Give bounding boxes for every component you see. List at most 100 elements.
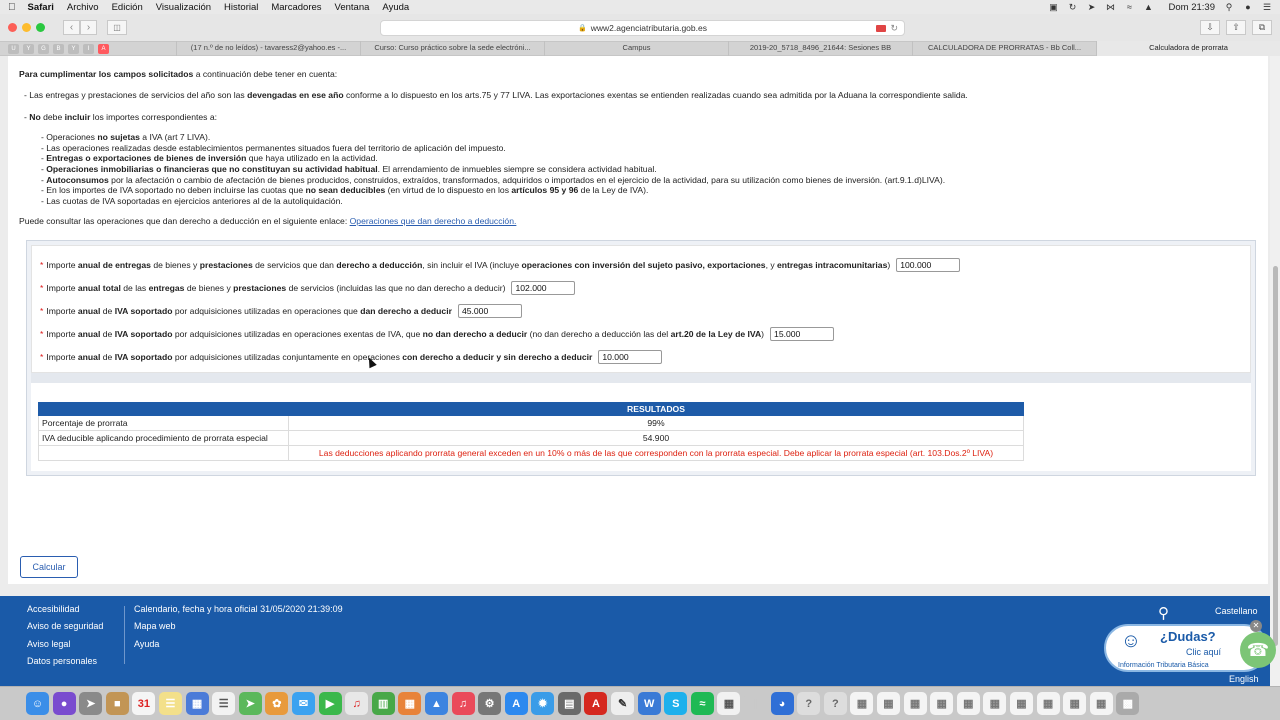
phone-icon[interactable]: ☎: [1240, 632, 1276, 668]
reload-icon[interactable]: ↻: [890, 23, 898, 34]
back-arrow-icon[interactable]: ‹: [63, 20, 80, 35]
messages-icon[interactable]: ✉: [291, 692, 315, 715]
document-thumb-icon[interactable]: ▦: [1063, 692, 1087, 715]
pinned-tab-icon[interactable]: Y: [23, 43, 34, 54]
tabs-overview-icon[interactable]: ⧉: [1252, 20, 1272, 35]
menu-visualizacion[interactable]: Visualización: [156, 2, 211, 13]
itunes-icon[interactable]: ♫: [451, 692, 475, 715]
menu-ayuda[interactable]: Ayuda: [382, 2, 409, 13]
sync-icon[interactable]: ↻: [1068, 2, 1078, 12]
calcular-button[interactable]: Calcular: [20, 556, 78, 578]
document-thumb-icon[interactable]: ▦: [1089, 692, 1113, 715]
entregas-deducibles-input[interactable]: [896, 258, 961, 272]
menu-edicion[interactable]: Edición: [112, 2, 143, 13]
footer-link-aviso-seguridad[interactable]: Aviso de seguridad: [27, 618, 103, 635]
books-icon[interactable]: ▦: [398, 692, 422, 715]
footer-link-datos-personales[interactable]: Datos personales: [27, 653, 103, 670]
clock[interactable]: Dom 21:39: [1169, 2, 1215, 13]
footer-link-accesibilidad[interactable]: Accesibilidad: [27, 601, 103, 618]
tab-calculadora-bb[interactable]: CALCULADORA DE PRORRATAS - Bb Coll...: [912, 41, 1096, 56]
help-icon[interactable]: ?: [797, 692, 821, 715]
zoom-window-button[interactable]: [36, 23, 45, 32]
document-thumb-icon[interactable]: ▦: [903, 692, 927, 715]
iva-conjunto-input[interactable]: [598, 350, 663, 364]
language-english[interactable]: English: [1229, 674, 1259, 684]
footer-link-calendario[interactable]: Calendario, fecha y hora oficial 31/05/2…: [134, 601, 343, 618]
document-icon[interactable]: ▦: [717, 692, 741, 715]
document-thumb-icon[interactable]: ▦: [1036, 692, 1060, 715]
menu-historial[interactable]: Historial: [224, 2, 258, 13]
trash-icon[interactable]: ▩: [1116, 692, 1140, 715]
wifi-icon[interactable]: ≈: [1125, 2, 1135, 12]
numbers-icon[interactable]: ▥: [371, 692, 395, 715]
forward-arrow-icon[interactable]: ›: [80, 20, 97, 35]
app-store-icon[interactable]: A: [504, 692, 528, 715]
network-icon[interactable]: ◕: [770, 692, 794, 715]
siri-icon[interactable]: ●: [52, 692, 76, 715]
keynote-icon[interactable]: ▲: [424, 692, 448, 715]
pinned-tab-icon[interactable]: A: [98, 43, 109, 54]
tab-campus[interactable]: Campus: [544, 41, 728, 56]
system-preferences-icon[interactable]: ⚙: [478, 692, 502, 715]
operations-link[interactable]: Operaciones que dan derecho a deducción.: [350, 216, 517, 226]
pinned-tab-icon[interactable]: B: [53, 43, 64, 54]
minimize-window-button[interactable]: [22, 23, 31, 32]
menu-app-safari[interactable]: Safari: [28, 2, 54, 13]
word-icon[interactable]: W: [637, 692, 661, 715]
calendar-icon[interactable]: 31: [132, 692, 156, 715]
scanner-icon[interactable]: ▤: [557, 692, 581, 715]
tab-sesiones[interactable]: 2019-20_5718_8496_21644: Sesiones BB: [728, 41, 912, 56]
footer-link-aviso-legal[interactable]: Aviso legal: [27, 636, 103, 653]
menu-archivo[interactable]: Archivo: [67, 2, 99, 13]
tab-yahoo[interactable]: (17 n.º de no leídos) - tavaress2@yahoo.…: [176, 41, 360, 56]
scrollbar-thumb[interactable]: [1273, 266, 1278, 646]
menu-ventana[interactable]: Ventana: [335, 2, 370, 13]
maps-icon[interactable]: ➤: [238, 692, 262, 715]
textedit-icon[interactable]: ✎: [611, 692, 635, 715]
downloads-icon[interactable]: ⇩: [1200, 20, 1220, 35]
media-icon[interactable]: [876, 24, 886, 32]
safari-icon[interactable]: ✹: [531, 692, 555, 715]
notes-icon[interactable]: ☰: [158, 692, 182, 715]
address-bar[interactable]: 🔒 www2.agenciatributaria.gob.es ↻: [380, 20, 905, 36]
document-thumb-icon[interactable]: ▦: [850, 692, 874, 715]
share-icon[interactable]: ⇧: [1226, 20, 1246, 35]
siri-icon[interactable]: ●: [1243, 2, 1253, 12]
footer-link-mapa-web[interactable]: Mapa web: [134, 618, 343, 635]
search-icon[interactable]: ⚲: [1158, 604, 1169, 622]
music-icon[interactable]: ♫: [345, 692, 369, 715]
acrobat-icon[interactable]: A: [584, 692, 608, 715]
document-thumb-icon[interactable]: ▦: [956, 692, 980, 715]
display-icon[interactable]: ▣: [1049, 2, 1059, 12]
footer-link-ayuda[interactable]: Ayuda: [134, 636, 343, 653]
close-icon[interactable]: ✕: [1250, 620, 1262, 632]
menu-marcadores[interactable]: Marcadores: [271, 2, 321, 13]
spotify-icon[interactable]: ≈: [690, 692, 714, 715]
iva-no-deducir-input[interactable]: [770, 327, 835, 341]
document-thumb-icon[interactable]: ▦: [877, 692, 900, 715]
tab-calculadora-prorrata[interactable]: Calculadora de prorrata: [1096, 41, 1280, 56]
document-thumb-icon[interactable]: ▦: [983, 692, 1007, 715]
apple-menu-icon[interactable]: : [8, 2, 16, 13]
skype-icon[interactable]: S: [664, 692, 688, 715]
language-castellano[interactable]: Castellano: [1215, 606, 1258, 616]
volume-icon[interactable]: ▲: [1144, 2, 1154, 12]
reminders-icon[interactable]: ☰: [212, 692, 236, 715]
help-icon[interactable]: ?: [823, 692, 847, 715]
sidebar-toggle-icon[interactable]: ◫: [107, 20, 127, 35]
document-thumb-icon[interactable]: ▦: [930, 692, 954, 715]
pinned-tab-icon[interactable]: Y: [68, 43, 79, 54]
page-scrollbar[interactable]: [1270, 56, 1280, 686]
notification-center-icon[interactable]: ☰: [1262, 2, 1272, 12]
pinned-tab-icon[interactable]: U: [8, 43, 19, 54]
document-thumb-icon[interactable]: ▦: [1009, 692, 1033, 715]
preview-icon[interactable]: ▦: [185, 692, 209, 715]
dudas-widget[interactable]: ☺ ¿Dudas? Clic aquí Información Tributar…: [1104, 620, 1276, 672]
finder-icon[interactable]: ☺: [26, 692, 49, 715]
launchpad-icon[interactable]: ➤: [79, 692, 103, 715]
contacts-icon[interactable]: ■: [105, 692, 129, 715]
iva-deducir-input[interactable]: [457, 304, 522, 318]
bluetooth-icon[interactable]: ⋈: [1106, 2, 1116, 12]
photos-icon[interactable]: ✿: [265, 692, 289, 715]
facetime-icon[interactable]: ▶: [318, 692, 342, 715]
